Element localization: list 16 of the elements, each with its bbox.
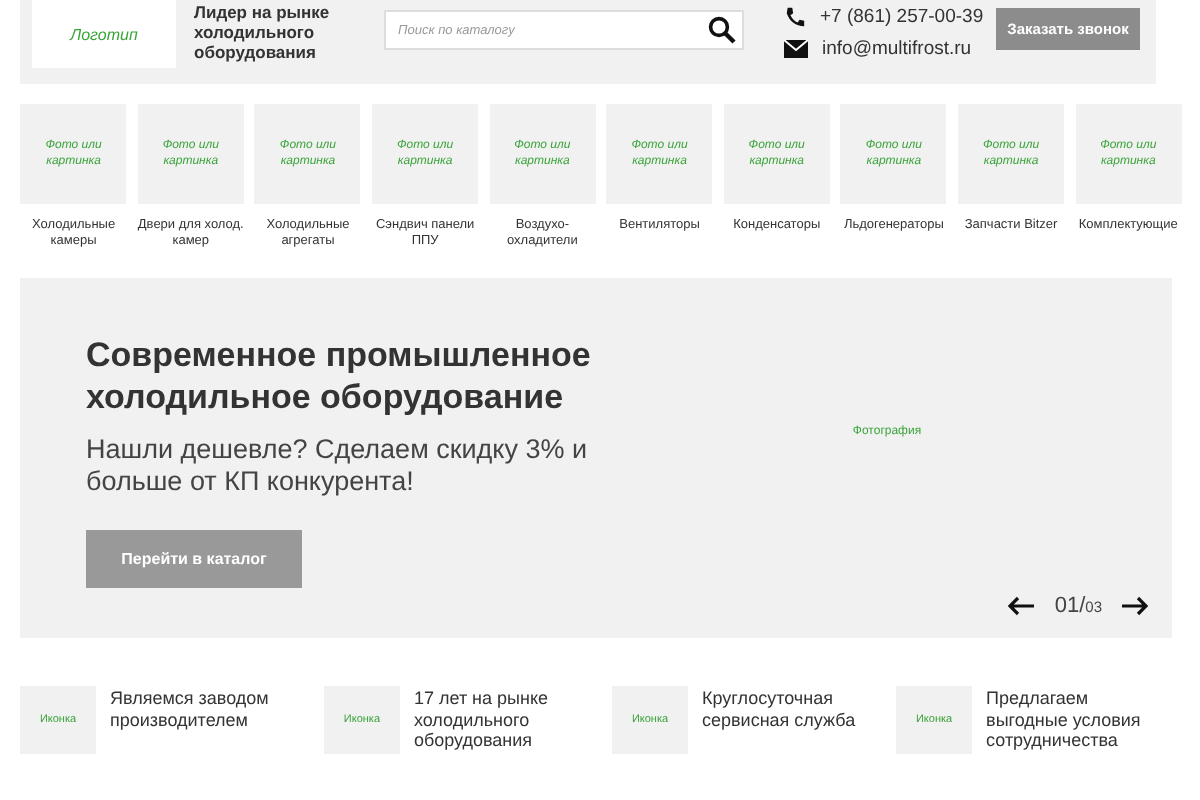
feature-text: Круглосуточная сервисная служба <box>702 688 858 734</box>
feature-text: Предлагаем выгодные условия сотрудничества <box>986 688 1143 754</box>
arrow-right-icon[interactable] <box>1120 596 1148 616</box>
tagline: Лидер на рынке холодильного оборудования <box>194 2 332 62</box>
catalog-button[interactable]: Перейти в каталог <box>86 530 302 588</box>
email-link[interactable]: info@multifrost.ru <box>822 37 972 59</box>
mail-icon <box>784 39 808 57</box>
arrow-left-icon[interactable] <box>1008 596 1037 616</box>
phone-number[interactable]: +7 (861) 257-00-39 <box>820 5 984 27</box>
logo[interactable]: Логотип <box>32 0 176 68</box>
feature-text: 17 лет на рынке холодильного оборудования <box>413 688 551 754</box>
phone-icon <box>784 5 806 27</box>
hero-subtitle: Нашли дешевле? Сделаем скидку 3% и больше от КП конкурента! <box>86 434 590 498</box>
hero-title: Современное промышленное холодильное оборудование <box>86 334 593 418</box>
search-icon[interactable] <box>708 16 736 44</box>
feature-text: Являемся заводом производителем <box>110 688 271 734</box>
